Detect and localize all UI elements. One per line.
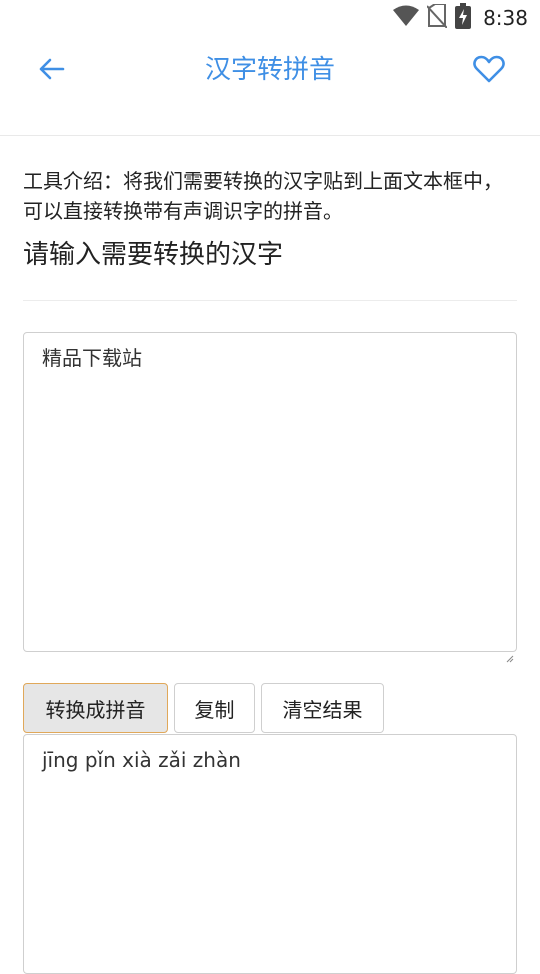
status-bar: 8:38 — [0, 0, 540, 36]
convert-button[interactable]: 转换成拼音 — [23, 683, 168, 733]
clear-result-button[interactable]: 清空结果 — [261, 683, 384, 733]
favorite-button[interactable] — [470, 54, 508, 88]
output-value: jīng pǐn xià zǎi zhàn — [42, 748, 241, 772]
heart-outline-icon — [473, 55, 505, 87]
section-heading: 请输入需要转换的汉字 — [23, 240, 284, 270]
page-title: 汉字转拼音 — [204, 55, 335, 85]
action-button-row: 转换成拼音 复制 清空结果 — [23, 683, 384, 733]
battery-charging-icon — [455, 3, 472, 33]
wifi-icon — [393, 5, 420, 31]
divider — [23, 300, 517, 301]
copy-button[interactable]: 复制 — [174, 683, 255, 733]
status-time: 8:38 — [483, 6, 528, 30]
pinyin-output-textarea[interactable]: jīng pǐn xià zǎi zhàn — [23, 734, 517, 974]
resize-grip-icon[interactable] — [506, 641, 514, 663]
tool-intro-text: 工具介绍：将我们需要转换的汉字贴到上面文本框中，可以直接转换带有声调识字的拼音。 — [23, 169, 503, 223]
status-icons: 8:38 — [393, 3, 528, 33]
no-sim-icon — [426, 3, 448, 32]
input-value: 精品下载站 — [42, 346, 142, 370]
app-bar: 汉字转拼音 — [0, 36, 540, 136]
hanzi-input-textarea[interactable]: 精品下载站 — [23, 332, 517, 663]
